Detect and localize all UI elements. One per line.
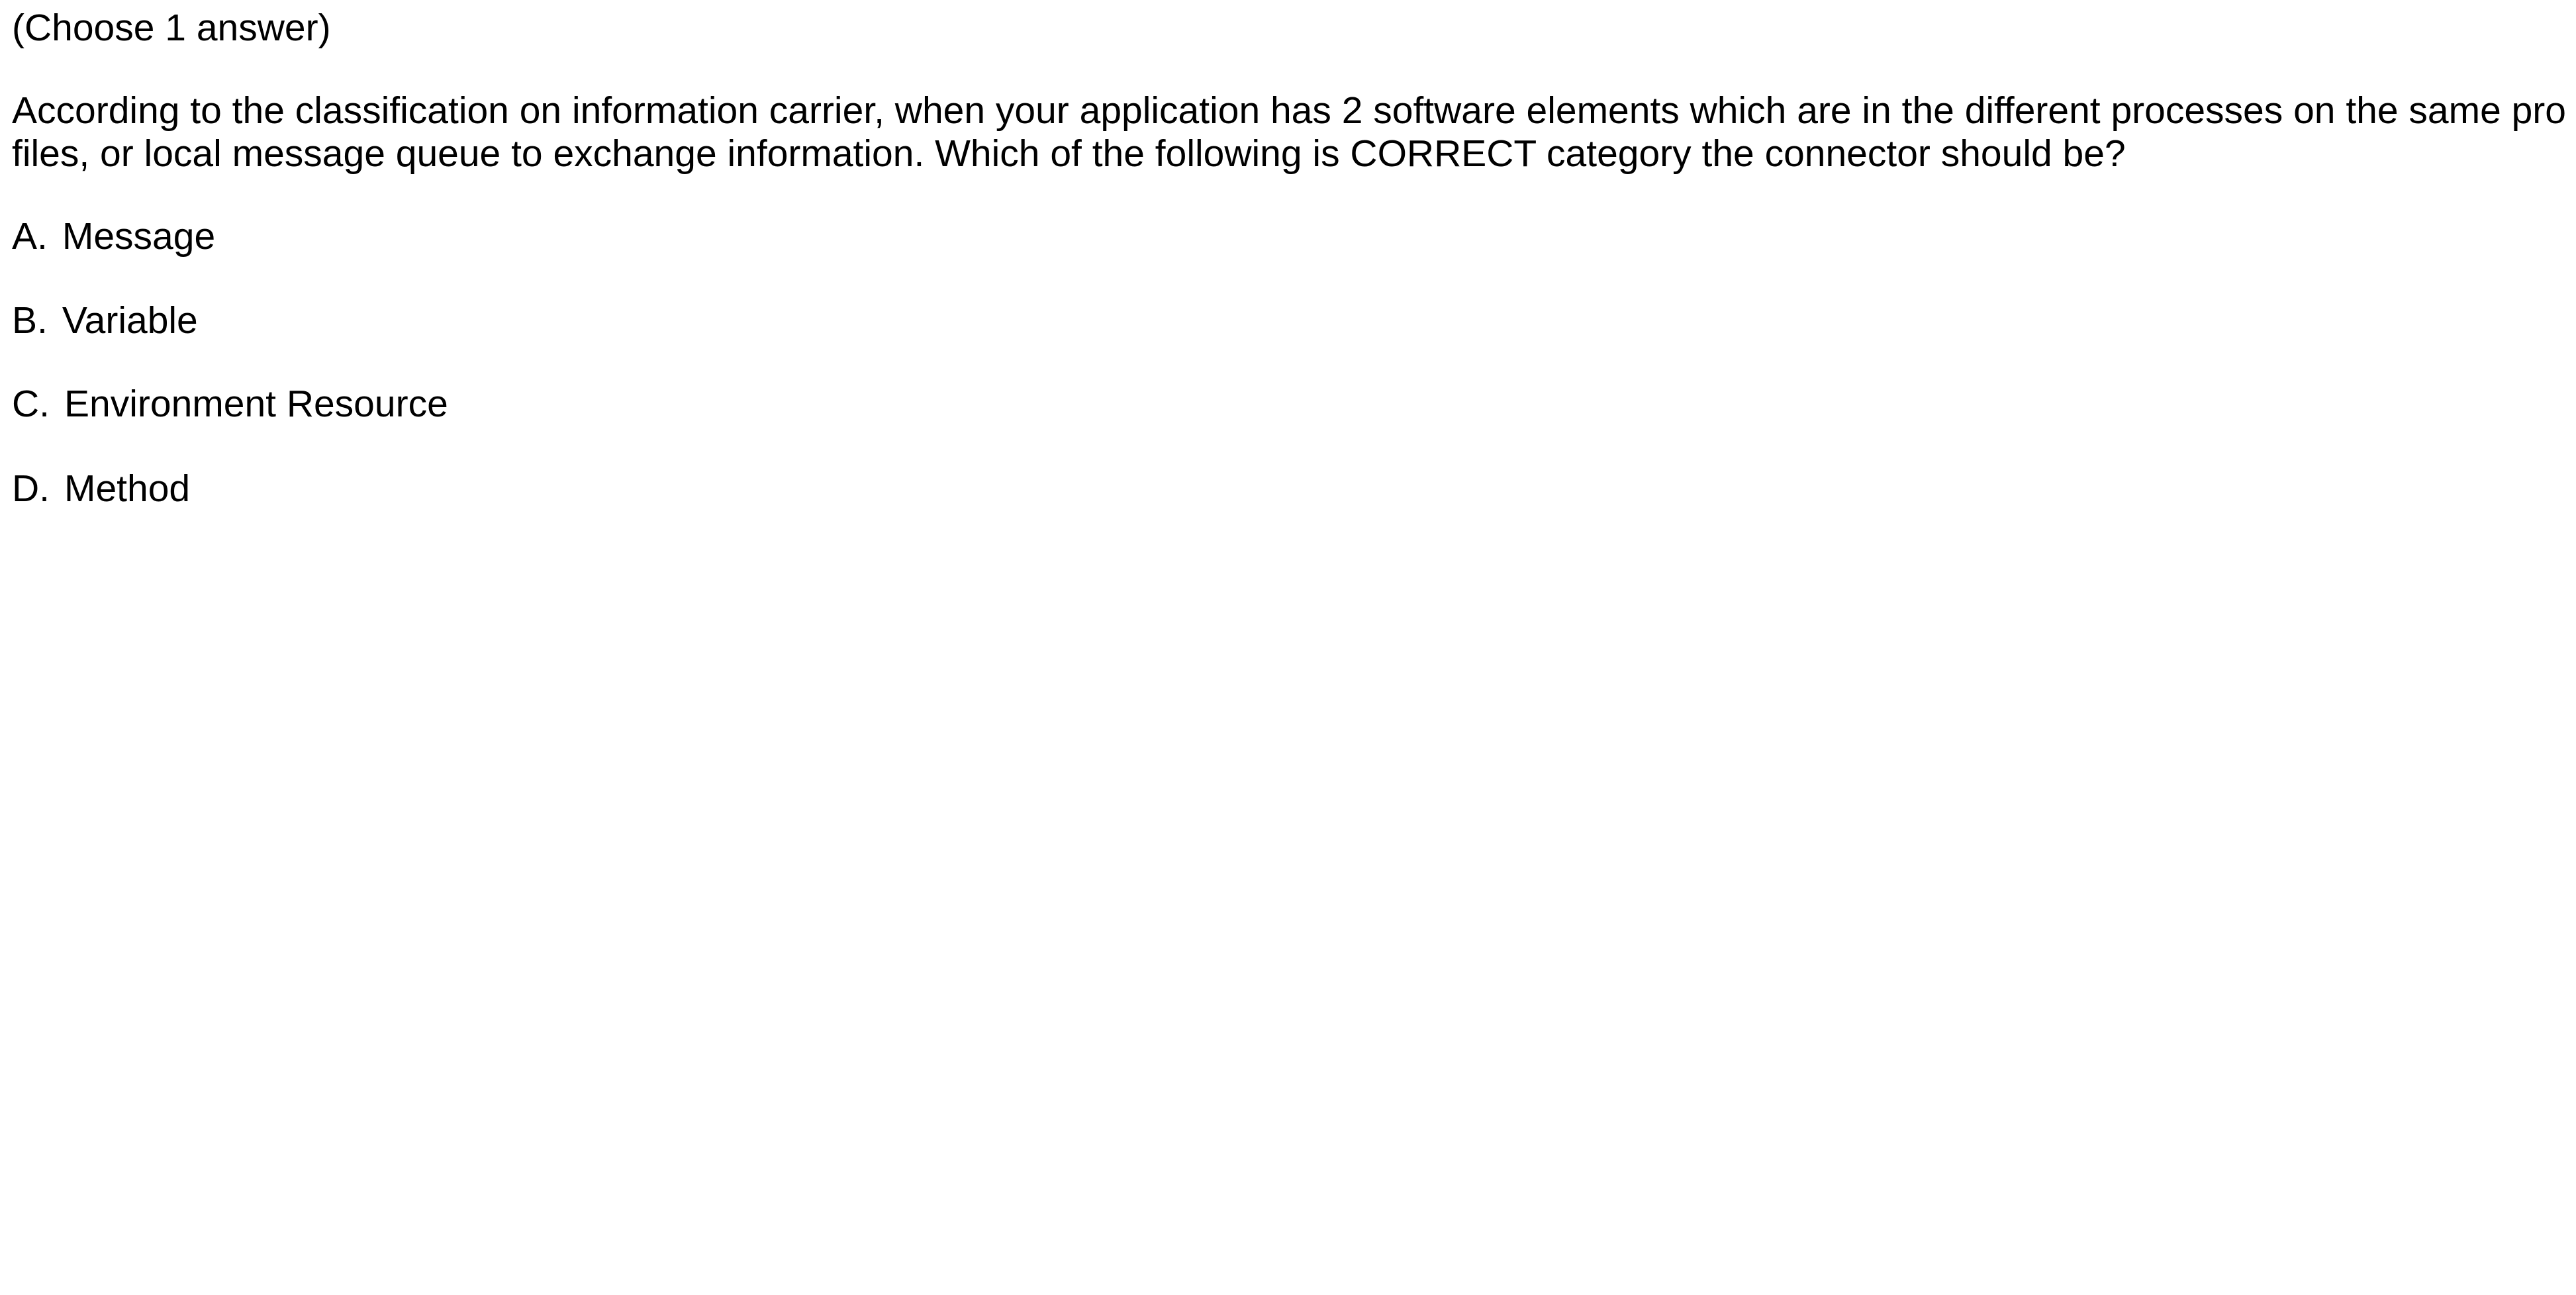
option-c-letter: C. xyxy=(12,383,50,425)
option-d-text: Method xyxy=(64,467,191,510)
option-a-letter: A. xyxy=(12,215,48,258)
option-b-letter: B. xyxy=(12,299,48,342)
question-stem-line-2: files, or local message queue to exchang… xyxy=(12,132,2126,175)
option-c[interactable]: C. Environment Resource xyxy=(12,383,448,425)
option-a[interactable]: A. Message xyxy=(12,215,215,258)
option-c-text: Environment Resource xyxy=(64,383,448,425)
option-b-text: Variable xyxy=(62,299,198,342)
option-d[interactable]: D. Method xyxy=(12,467,190,510)
option-a-text: Message xyxy=(62,215,216,258)
option-b[interactable]: B. Variable xyxy=(12,299,198,342)
option-d-letter: D. xyxy=(12,467,50,510)
quiz-page: (Choose 1 answer) According to the class… xyxy=(0,0,2576,1295)
question-stem-line-1: According to the classification on infor… xyxy=(12,89,2566,132)
answer-instruction: (Choose 1 answer) xyxy=(12,7,331,49)
